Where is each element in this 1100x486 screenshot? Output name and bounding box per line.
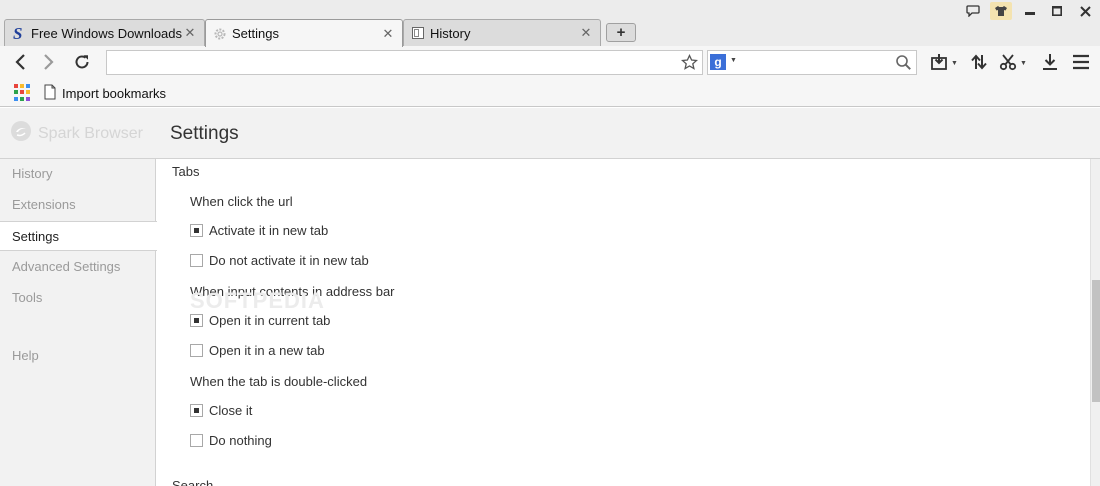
tab-history[interactable]: History ✕ bbox=[403, 19, 601, 46]
checkbox[interactable] bbox=[190, 344, 203, 357]
sidebar-item-settings[interactable]: Settings bbox=[0, 221, 157, 251]
option-label: Open it in current tab bbox=[209, 313, 331, 328]
sidebar-item-advanced-settings[interactable]: Advanced Settings bbox=[0, 252, 156, 282]
option-activate-new-tab[interactable]: Activate it in new tab bbox=[190, 223, 328, 238]
checkbox[interactable] bbox=[190, 314, 203, 327]
skin-icon[interactable] bbox=[990, 2, 1012, 20]
menu-button[interactable] bbox=[1072, 52, 1090, 74]
softpedia-s-icon: S bbox=[11, 25, 27, 41]
navigation-toolbar: g ▼ ▼ ▼ bbox=[0, 46, 1100, 79]
video-download-icon bbox=[930, 53, 948, 74]
checkbox[interactable] bbox=[190, 254, 203, 267]
option-label: Do not activate it in new tab bbox=[209, 253, 369, 268]
apps-grid-dot bbox=[20, 96, 24, 101]
apps-grid-dot bbox=[14, 90, 18, 95]
tab-strip: S Free Windows Downloads ✕ Settings ✕ Hi… bbox=[0, 0, 1100, 47]
spark-logo-icon bbox=[10, 120, 32, 147]
sidebar-item-extensions[interactable]: Extensions bbox=[0, 190, 156, 220]
minimize-icon[interactable] bbox=[1019, 2, 1041, 20]
video-download-button[interactable]: ▼ bbox=[930, 52, 958, 74]
settings-sidebar: History Extensions Settings Advanced Set… bbox=[0, 159, 157, 486]
apps-grid-dot bbox=[26, 96, 30, 101]
chevron-down-icon: ▼ bbox=[951, 59, 958, 67]
settings-header: Spark Browser Settings bbox=[0, 108, 1100, 159]
apps-grid-dot bbox=[14, 96, 18, 101]
content-scrollbar[interactable] bbox=[1090, 159, 1100, 486]
sidebar-item-history[interactable]: History bbox=[0, 159, 156, 189]
back-button[interactable] bbox=[8, 51, 32, 73]
close-icon[interactable]: ✕ bbox=[184, 26, 196, 39]
import-bookmarks-label: Import bookmarks bbox=[62, 85, 167, 101]
apps-grid-dot bbox=[26, 90, 30, 95]
close-icon[interactable]: ✕ bbox=[580, 26, 592, 39]
settings-content: Tabs When click the url Activate it in n… bbox=[157, 159, 1090, 486]
section-title-search: Search bbox=[172, 478, 214, 486]
sync-button[interactable] bbox=[970, 52, 988, 74]
option-label: Close it bbox=[209, 403, 253, 418]
option-do-not-activate-new-tab[interactable]: Do not activate it in new tab bbox=[190, 253, 369, 268]
forward-button[interactable] bbox=[37, 51, 61, 73]
apps-grid-dot bbox=[20, 84, 24, 88]
new-tab-button[interactable]: + bbox=[606, 23, 636, 42]
sync-arrows-icon bbox=[970, 53, 988, 74]
chevron-down-icon[interactable]: ▼ bbox=[730, 57, 737, 64]
address-bar[interactable] bbox=[106, 50, 703, 75]
tab-settings[interactable]: Settings ✕ bbox=[205, 19, 403, 47]
hamburger-menu-icon bbox=[1072, 53, 1090, 74]
search-input[interactable] bbox=[742, 51, 892, 74]
sidebar-item-help[interactable]: Help bbox=[0, 341, 156, 371]
option-open-current-tab[interactable]: Open it in current tab bbox=[190, 313, 330, 328]
reload-button[interactable] bbox=[70, 51, 94, 73]
screenshot-button[interactable]: ▼ bbox=[999, 52, 1027, 74]
scissors-icon bbox=[999, 53, 1017, 74]
svg-text:S: S bbox=[13, 25, 22, 41]
search-icon[interactable] bbox=[895, 54, 912, 74]
downloads-button[interactable] bbox=[1041, 52, 1059, 74]
group-title-double-click: When the tab is double-clicked bbox=[190, 374, 368, 389]
brand-name: Spark Browser bbox=[38, 124, 143, 142]
option-label: Do nothing bbox=[209, 433, 272, 448]
tab-title: History bbox=[430, 25, 471, 41]
apps-grid-icon[interactable] bbox=[14, 84, 31, 101]
search-box[interactable]: g ▼ bbox=[707, 50, 917, 75]
brand-logo: Spark Browser bbox=[10, 120, 143, 147]
option-open-new-tab[interactable]: Open it in a new tab bbox=[190, 343, 325, 358]
address-input[interactable] bbox=[107, 51, 667, 74]
option-label: Activate it in new tab bbox=[209, 223, 329, 238]
tab-free-windows-downloads[interactable]: S Free Windows Downloads ✕ bbox=[4, 19, 205, 46]
gear-icon bbox=[212, 26, 228, 42]
feedback-icon[interactable] bbox=[962, 2, 984, 20]
apps-grid-dot bbox=[20, 90, 24, 95]
chevron-down-icon: ▼ bbox=[1020, 59, 1027, 67]
close-icon[interactable]: ✕ bbox=[382, 27, 394, 40]
checkbox[interactable] bbox=[190, 434, 203, 447]
section-title-tabs: Tabs bbox=[172, 164, 200, 179]
download-icon bbox=[1041, 53, 1059, 74]
option-close-it[interactable]: Close it bbox=[190, 403, 252, 418]
tab-title: Free Windows Downloads bbox=[31, 25, 183, 41]
checkbox[interactable] bbox=[190, 404, 203, 417]
maximize-icon[interactable] bbox=[1046, 2, 1068, 20]
page-title: Settings bbox=[170, 123, 239, 144]
tab-title: Settings bbox=[232, 26, 279, 41]
history-page-icon bbox=[410, 25, 426, 41]
page-icon bbox=[43, 84, 57, 103]
sidebar-item-tools[interactable]: Tools bbox=[0, 283, 156, 313]
apps-grid-dot bbox=[26, 84, 30, 88]
group-title-click-url: When click the url bbox=[190, 194, 293, 209]
apps-grid-dot bbox=[14, 84, 18, 88]
scrollbar-thumb[interactable] bbox=[1092, 280, 1100, 402]
bookmarks-bar: Import bookmarks bbox=[0, 79, 1100, 107]
bookmark-star-icon[interactable] bbox=[680, 53, 699, 74]
google-engine-icon[interactable]: g bbox=[710, 54, 726, 70]
close-window-icon[interactable] bbox=[1074, 2, 1096, 20]
softpedia-watermark: SOFTPEDIA bbox=[190, 288, 325, 313]
option-do-nothing[interactable]: Do nothing bbox=[190, 433, 272, 448]
import-bookmarks-link[interactable]: Import bookmarks bbox=[43, 83, 166, 103]
option-label: Open it in a new tab bbox=[209, 343, 325, 358]
checkbox[interactable] bbox=[190, 224, 203, 237]
